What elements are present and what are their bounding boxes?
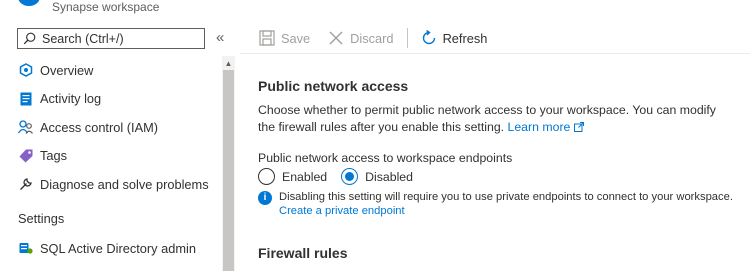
radio-selected-dot [345,172,355,181]
save-button[interactable]: Save [250,24,319,52]
sidebar-item-iam[interactable]: Access control (IAM) [0,113,222,142]
learn-more-label: Learn more [507,119,571,134]
public-access-radio-group: Enabled Disabled [258,168,427,185]
resource-type-subtitle: Synapse workspace [52,0,160,14]
collapse-sidebar-button[interactable]: « [216,28,224,48]
radio-disabled[interactable]: Disabled [341,168,413,185]
sidebar-item-activity-log[interactable]: Activity log [0,85,222,114]
sidebar-section-settings: Settings [18,211,65,226]
radio-enabled-circle[interactable] [258,168,275,185]
search-icon [23,32,36,45]
discard-button[interactable]: Discard [319,24,402,52]
section-title-public-network-access: Public network access [258,78,409,94]
refresh-label: Refresh [442,30,488,46]
save-label: Save [281,30,311,46]
refresh-icon [422,30,435,45]
info-text: Disabling this setting will require you … [279,191,733,203]
activity-log-icon [18,91,33,106]
radio-enabled[interactable]: Enabled [258,168,327,185]
learn-more-link[interactable]: Learn more [508,120,584,134]
save-icon [259,30,275,46]
sql-admin-icon [18,241,33,256]
sidebar-nav: Overview Activity log Access control (IA… [0,56,222,199]
info-icon: i [258,191,272,205]
radio-disabled-label: Disabled [365,169,413,184]
sidebar-item-sql-ad-admin[interactable]: SQL Active Directory admin [0,234,222,263]
sidebar-item-label: Tags [40,148,68,164]
section-description: Choose whether to permit public network … [258,102,728,135]
sidebar-item-label: Diagnose and solve problems [40,176,209,192]
scrollbar-thumb[interactable] [223,70,234,271]
external-link-icon [573,121,584,132]
search-input[interactable]: Search (Ctrl+/) [17,28,205,49]
radio-disabled-circle[interactable] [341,168,359,185]
sidebar-item-label: SQL Active Directory admin [40,240,196,256]
sidebar-item-label: Overview [40,62,94,78]
section-title-firewall-rules: Firewall rules [258,245,348,261]
create-private-endpoint-link[interactable]: Create a private endpoint [279,204,733,218]
sidebar-item-tags[interactable]: Tags [0,142,222,171]
sidebar-item-label: Activity log [40,91,102,107]
toolbar-divider [240,53,750,54]
search-placeholder: Search (Ctrl+/) [42,31,124,46]
discard-label: Discard [350,30,394,46]
discard-icon [329,31,343,45]
refresh-button[interactable]: Refresh [412,24,497,52]
sidebar-item-label: Access control (IAM) [40,119,159,135]
sidebar-settings-nav: SQL Active Directory admin [0,234,222,263]
sidebar-scrollbar[interactable]: ▲ [222,56,235,271]
toolbar-separator [406,28,408,48]
workspace-logo [18,0,40,6]
description-text: Choose whether to permit public network … [258,103,716,134]
radio-enabled-label: Enabled [282,169,328,184]
wrench-icon [18,177,33,192]
scroll-up-arrow-icon[interactable]: ▲ [222,59,235,68]
sidebar-item-diagnose[interactable]: Diagnose and solve problems [0,170,222,199]
iam-icon [18,120,33,135]
tag-icon [18,148,33,163]
field-label-public-access: Public network access to workspace endpo… [258,151,513,165]
info-message: i Disabling this setting will require yo… [258,190,733,218]
command-bar: Save Discard Refresh [250,24,496,52]
sidebar-item-overview[interactable]: Overview [0,56,222,85]
overview-icon [18,63,33,78]
